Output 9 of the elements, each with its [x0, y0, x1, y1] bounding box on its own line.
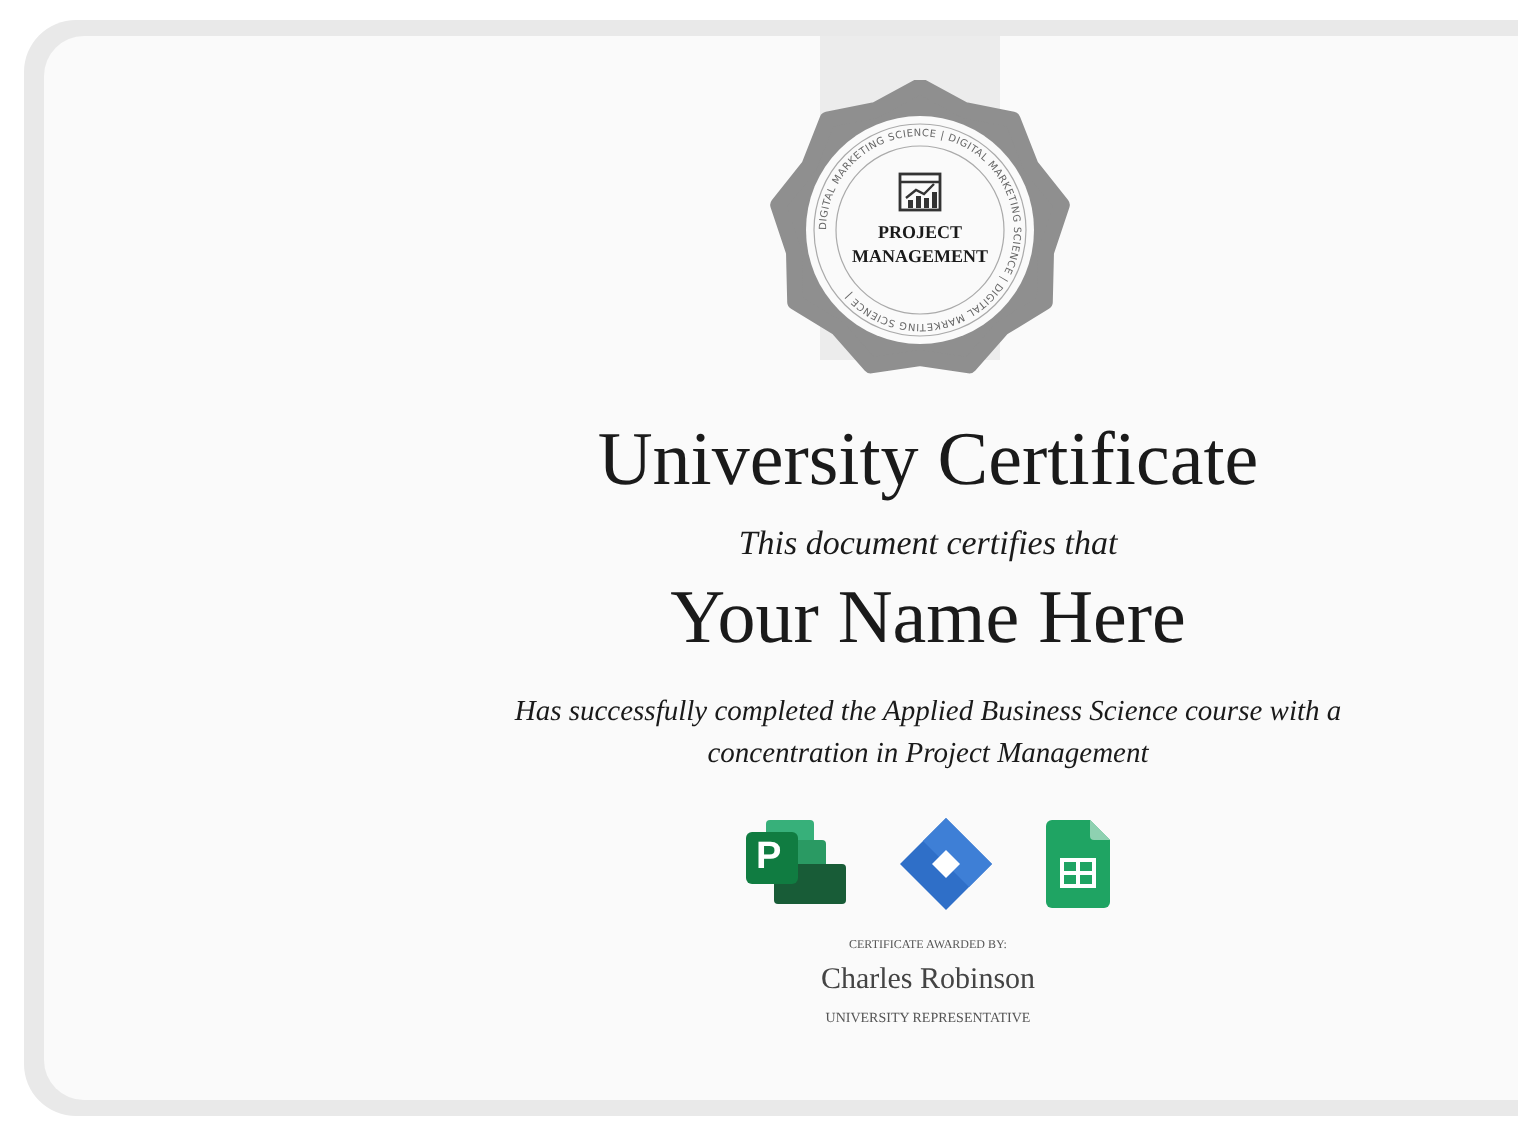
certificate-title: University Certificate [597, 416, 1259, 504]
signer-name: Charles Robinson [820, 964, 1036, 998]
chart-icon [898, 172, 942, 212]
diamond-app-icon [898, 816, 994, 912]
certifies-text: This document certifies that [738, 524, 1118, 564]
spreadsheet-app-icon [1046, 820, 1110, 908]
recipient-name: Your Name Here [670, 574, 1186, 664]
course-description: Has successfully completed the Applied Business Science course with a concentration in Project Management [512, 694, 1344, 774]
badge-title: PROJECT MANAGEMENT [850, 222, 990, 268]
